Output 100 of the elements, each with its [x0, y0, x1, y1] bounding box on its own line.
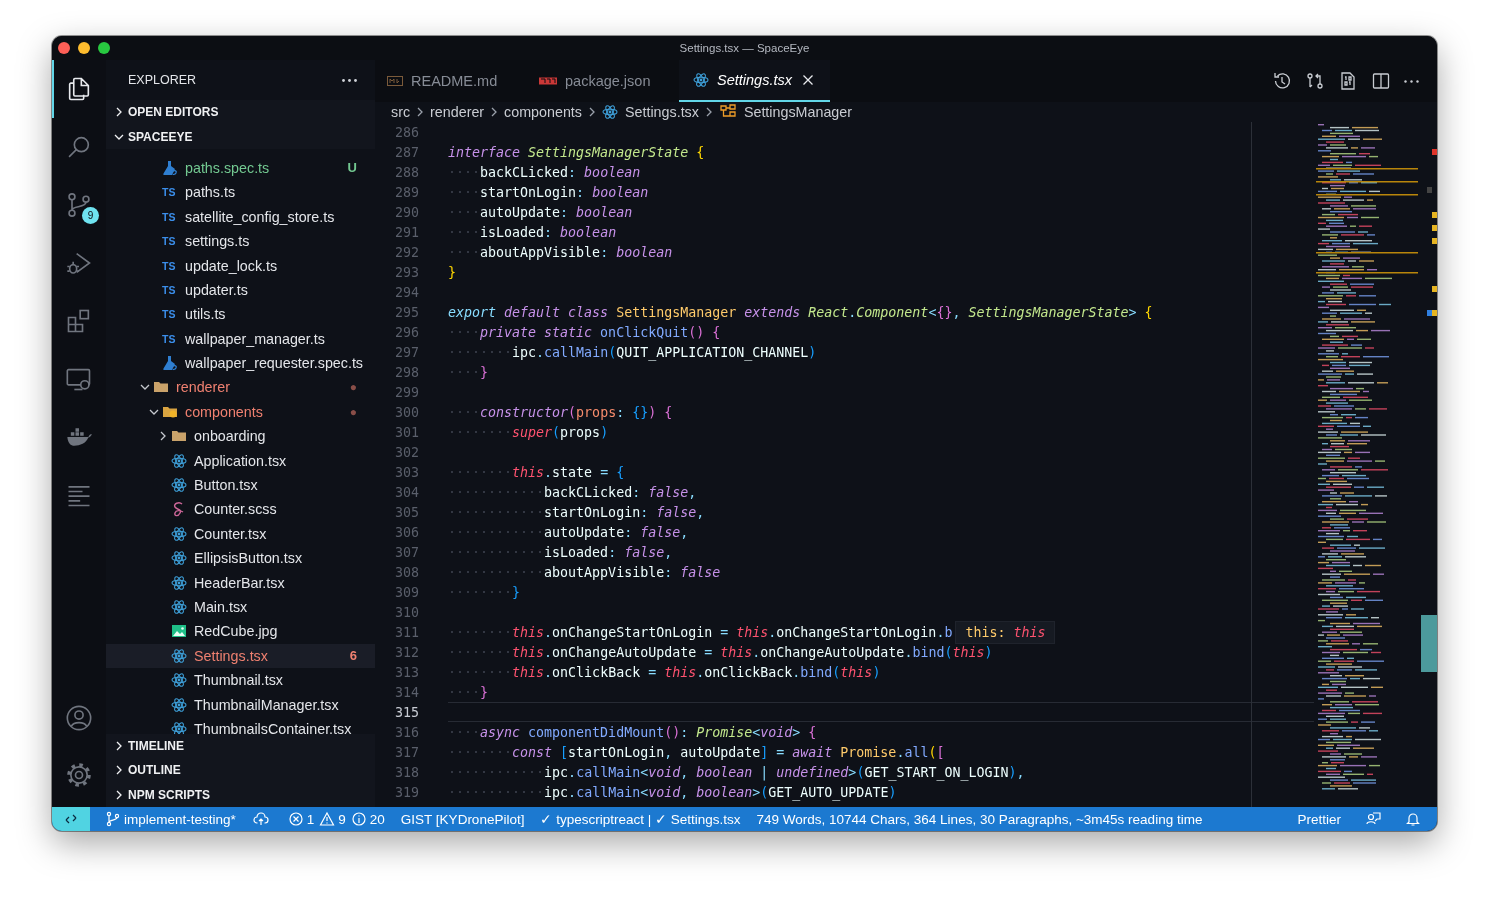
tree-item[interactable]: TS wallpaper_manager.ts	[106, 326, 375, 351]
code-line: ········}	[448, 584, 521, 600]
tree-item[interactable]: Settings.tsx 6	[106, 643, 375, 668]
tree-item[interactable]: Button.tsx	[106, 472, 375, 498]
atom-icon	[171, 550, 187, 567]
breadcrumb-item[interactable]: src	[391, 104, 411, 120]
code-line: ····private static onClickQuit() {	[448, 324, 721, 340]
line-number: 308	[393, 564, 419, 580]
panel-title: EXPLORER	[128, 73, 197, 87]
close-window-button[interactable]	[58, 42, 70, 54]
code-line: ········this.state = {	[448, 464, 625, 480]
tree-item[interactable]: TS updater.ts	[106, 277, 375, 303]
section-header[interactable]: TIMELINE	[106, 733, 375, 759]
tree-item[interactable]: Thumbnail.tsx	[106, 668, 375, 693]
atom-icon	[171, 647, 187, 664]
code-line: ····isLoaded: boolean	[448, 224, 617, 240]
section-header[interactable]: SPACEEYE	[106, 124, 375, 149]
atom-icon	[171, 672, 187, 689]
tree-item[interactable]: renderer ●	[106, 375, 375, 400]
source-control-icon	[65, 191, 93, 219]
remote-button[interactable]	[52, 807, 90, 831]
atom-icon	[171, 696, 187, 713]
status-item[interactable]: GIST [KYDronePilot]	[392, 807, 533, 831]
tree-item[interactable]: TS utils.ts	[106, 302, 375, 327]
tree-item[interactable]: paths.spec.ts U	[106, 155, 375, 181]
editor-tab[interactable]: package.json	[527, 60, 679, 102]
toolbar-button[interactable]	[1404, 79, 1419, 83]
tree-item[interactable]: TS paths.ts	[106, 180, 375, 205]
scroll-thumb[interactable]	[1421, 615, 1437, 672]
breadcrumb-item[interactable]: SettingsManager	[718, 103, 852, 121]
tree-item[interactable]: RedCube.jpg	[106, 619, 375, 644]
section-header[interactable]: OPEN EDITORS	[106, 100, 375, 125]
code-line: ············aboutAppVisible: false	[448, 564, 721, 580]
branch-button[interactable]: implement-testing*	[97, 807, 244, 831]
tree-item[interactable]: ThumbnailsContainer.tsx	[106, 716, 375, 734]
code-line: ····autoUpdate: boolean	[448, 204, 633, 220]
line-number: 301	[393, 424, 419, 440]
code-line: interface SettingsManagerState {	[448, 144, 705, 160]
history-icon	[1272, 71, 1292, 91]
flask-icon	[162, 159, 178, 176]
line-number: 300	[393, 404, 419, 420]
line-number: 299	[393, 384, 419, 400]
status-item[interactable]: 749 Words, 10744 Chars, 364 Lines, 30 Paragraphs, ~3m45s reading time	[748, 807, 1211, 831]
line-number: 296	[393, 324, 419, 340]
warning-icon	[319, 811, 336, 827]
tree-item[interactable]: HeaderBar.tsx	[106, 570, 375, 595]
line-number: 293	[393, 264, 419, 280]
zoom-window-button[interactable]	[98, 42, 110, 54]
code-line: ········super(props)	[448, 424, 609, 440]
tree-item[interactable]: TS update_lock.ts	[106, 253, 375, 278]
breadcrumb-item[interactable]: renderer	[430, 104, 485, 120]
section-header[interactable]: NPM SCRIPTS	[106, 782, 375, 807]
line-number: 311	[393, 624, 419, 640]
tree-item[interactable]: components ●	[106, 399, 375, 425]
editor-tab[interactable]: Settings.tsx	[679, 60, 830, 102]
line-number: 318	[393, 764, 419, 780]
line-number: 298	[393, 364, 419, 380]
code-line: ············ipc.callMain<void, boolean>(GET_AUTO_UPDATE)	[448, 784, 897, 800]
markdown-icon	[387, 75, 403, 87]
line-number: 309	[393, 584, 419, 600]
code-line: ············backCLicked: false,	[448, 484, 697, 500]
code-line: ············autoUpdate: false,	[448, 524, 689, 540]
line-number: 304	[393, 484, 419, 500]
tree-item[interactable]: Main.tsx	[106, 594, 375, 620]
tree-item[interactable]: wallpaper_requester.spec.ts	[106, 350, 375, 376]
toolbar-button[interactable]	[1305, 71, 1325, 91]
line-number: 314	[393, 684, 419, 700]
problems-button[interactable]: 1 9 20	[277, 807, 393, 831]
status-item[interactable]: ✓ typescriptreact | ✓ Settings.tsx	[532, 807, 749, 831]
status-item[interactable]: Prettier	[1289, 807, 1349, 831]
code-line: ····startOnLogin: boolean	[448, 184, 649, 200]
activity-bar-button[interactable]: 9	[52, 176, 104, 234]
tree-item[interactable]: TS satellite_config_store.ts	[106, 204, 375, 229]
section-header[interactable]: OUTLINE	[106, 758, 375, 783]
breadcrumb-item[interactable]: components	[504, 104, 582, 120]
line-number: 297	[393, 344, 419, 360]
line-number: 316	[393, 724, 419, 740]
tree-item[interactable]: ThumbnailManager.tsx	[106, 692, 375, 717]
tree-item[interactable]: Application.tsx	[106, 448, 375, 473]
breadcrumb-item[interactable]: Settings.tsx	[602, 104, 699, 120]
minimize-window-button[interactable]	[78, 42, 90, 54]
tree-item[interactable]: TS settings.ts	[106, 228, 375, 254]
editor-tab[interactable]: README.md	[375, 60, 527, 102]
toolbar-button[interactable]	[1272, 71, 1292, 91]
line-number: 303	[393, 464, 419, 480]
more-icon	[1404, 79, 1419, 83]
tree-item[interactable]: Counter.scss	[106, 497, 375, 522]
feedback-icon	[1365, 811, 1381, 827]
toolbar-button[interactable]	[1338, 71, 1358, 91]
tree-item[interactable]: EllipsisButton.tsx	[106, 546, 375, 571]
tree-item[interactable]: Counter.tsx	[106, 521, 375, 547]
tree-item[interactable]: onboarding	[106, 424, 375, 449]
toolbar-button[interactable]	[1371, 71, 1391, 91]
code-line: ········this.onChangeAutoUpdate = this.onChangeAutoUpdate.bind(this)	[448, 644, 993, 660]
line-number: 310	[393, 604, 419, 620]
binary-file-icon	[1338, 71, 1358, 91]
line-number: 315	[393, 704, 419, 720]
code-line: ····constructor(props: {}) {	[448, 404, 673, 420]
code-line: ····aboutAppVisible: boolean	[448, 244, 673, 260]
atom-icon	[171, 720, 187, 734]
